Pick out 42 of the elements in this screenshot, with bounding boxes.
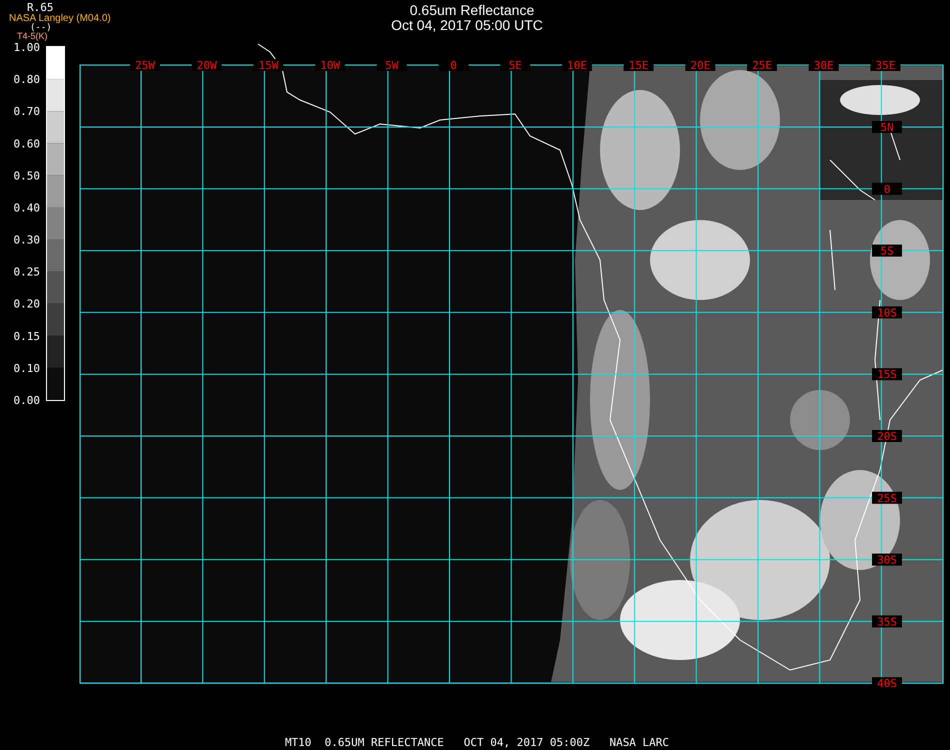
- colorbar-units: (--): [30, 23, 52, 33]
- latitude-label: 5N: [872, 121, 902, 134]
- longitude-label: 15E: [624, 59, 654, 72]
- longitude-label: 10E: [562, 59, 592, 72]
- footer-caption: MT10 0.65UM REFLECTANCE OCT 04, 2017 05:00Z NASA LARC: [284, 736, 670, 749]
- longitude-label: 0: [438, 59, 468, 72]
- longitude-label: 25E: [747, 59, 777, 72]
- latitude-label: 15S: [872, 368, 902, 382]
- colorbar-tick-label: 0.30: [14, 234, 40, 247]
- latitude-label: 40S: [872, 677, 902, 690]
- longitude-label: 20E: [685, 59, 716, 72]
- colorbar-tick-label: 0.60: [14, 137, 40, 150]
- latitude-label: 0: [872, 182, 902, 196]
- latitude-label: 35S: [872, 615, 902, 628]
- latitude-label: 20S: [872, 430, 902, 443]
- latitude-label: 30S: [872, 554, 902, 567]
- longitude-label: 15W: [253, 59, 284, 72]
- colorbar-tick-label: 0.00: [14, 394, 40, 407]
- source-label: NASA Langley (M04.0): [9, 13, 111, 24]
- colorbar-tick-label: 1.00: [14, 41, 40, 54]
- colorbar-tick-label: 0.25: [14, 266, 40, 279]
- longitude-label: 20W: [192, 59, 222, 72]
- longitude-label: 35E: [870, 59, 900, 72]
- timestamp: Oct 04, 2017 05:00 UTC: [391, 17, 543, 33]
- colorbar-tick-label: 0.70: [14, 105, 40, 118]
- colorbar-tick-label: 0.20: [14, 298, 40, 311]
- colorbar-tick-label: 0.10: [14, 362, 40, 375]
- latitude-label: 25S: [872, 492, 902, 505]
- colorbar-tick-label: 0.15: [14, 330, 40, 343]
- longitude-label: 10W: [315, 59, 346, 72]
- colorbar-tick-label: 0.40: [14, 201, 40, 214]
- colorbar-subtitle: T4-5(K): [17, 31, 48, 41]
- longitude-label: 25W: [130, 59, 160, 72]
- longitude-label: 5W: [376, 59, 407, 72]
- colorbar-quantity: R.65: [27, 1, 54, 14]
- latitude-label: 10S: [872, 306, 902, 320]
- colorbar-tick-label: 0.50: [14, 169, 40, 182]
- longitude-label: 30E: [808, 59, 839, 72]
- chart-title: 0.65um Reflectance: [410, 2, 534, 18]
- latitude-label: 5S: [872, 244, 902, 258]
- longitude-label: 5E: [500, 59, 530, 72]
- colorbar-tick-label: 0.80: [14, 73, 40, 86]
